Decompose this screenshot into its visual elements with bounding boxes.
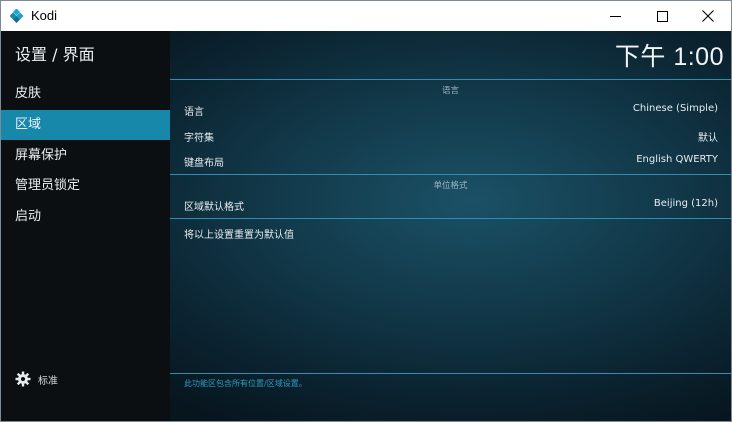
help-hint: 此功能区包含所有位置/区域设置。 <box>184 379 307 388</box>
maximize-button[interactable] <box>639 1 685 31</box>
clock: 下午 1:00 <box>614 43 724 71</box>
sidebar-item-label: 区域 <box>15 117 42 132</box>
sidebar-item-skin[interactable]: 皮肤 <box>1 79 170 109</box>
gear-icon <box>15 371 31 387</box>
setting-label: 区域默认格式 <box>184 202 244 213</box>
settings-sidebar: 设置 / 界面 皮肤 区域 屏幕保护 管理员锁定 启动 标准 <box>1 31 170 421</box>
sidebar-item-startup[interactable]: 启动 <box>1 202 170 232</box>
setting-row-region-format[interactable]: 区域默认格式 Beijing (12h) <box>170 194 731 216</box>
divider <box>170 174 731 175</box>
page-title: 设置 / 界面 <box>15 45 95 64</box>
setting-value: Beijing (12h) <box>653 198 718 209</box>
reset-defaults-label: 将以上设置重置为默认值 <box>184 230 294 241</box>
kodi-logo-icon <box>10 9 24 23</box>
divider <box>170 218 731 219</box>
sidebar-item-label: 屏幕保护 <box>15 148 68 163</box>
settings-level-button[interactable]: 标准 <box>15 371 58 387</box>
settings-level-label: 标准 <box>38 375 58 387</box>
title-bar: Kodi <box>1 1 731 31</box>
minimize-button[interactable] <box>592 1 638 31</box>
setting-row-charset[interactable]: 字符集 默认 <box>170 125 731 147</box>
section-title-unit-format: 单位格式 <box>433 181 468 191</box>
sidebar-item-master-lock[interactable]: 管理员锁定 <box>1 171 170 201</box>
divider <box>170 373 731 374</box>
setting-label: 字符集 <box>184 133 214 144</box>
settings-panel: 下午 1:00 语言 语言 Chinese (Simple) 字符集 默认 键盘… <box>170 31 731 421</box>
setting-value: Chinese (Simple) <box>632 103 718 114</box>
setting-row-language[interactable]: 语言 Chinese (Simple) <box>170 99 731 121</box>
window-title: Kodi <box>31 8 58 23</box>
close-button[interactable] <box>685 1 731 31</box>
setting-value: English QWERTY <box>636 154 718 165</box>
close-icon <box>702 10 714 22</box>
setting-label: 键盘布局 <box>184 158 224 169</box>
sidebar-item-screensaver[interactable]: 屏幕保护 <box>1 141 170 171</box>
setting-row-keyboard-layout[interactable]: 键盘布局 English QWERTY <box>170 150 731 172</box>
kodi-window: Kodi 设置 / 界面 皮肤 区域 屏幕保护 管理员锁定 启动 标准 下午 1… <box>0 0 732 422</box>
maximize-icon <box>656 10 668 22</box>
sidebar-item-label: 管理员锁定 <box>15 178 81 193</box>
minimize-icon <box>609 15 621 17</box>
sidebar-item-label: 启动 <box>15 209 42 224</box>
setting-value: 默认 <box>698 133 718 144</box>
sidebar-item-label: 皮肤 <box>15 86 42 101</box>
section-title-language: 语言 <box>441 86 459 96</box>
divider <box>170 79 731 80</box>
reset-defaults-button[interactable]: 将以上设置重置为默认值 <box>170 222 731 244</box>
sidebar-item-region[interactable]: 区域 <box>1 110 170 140</box>
setting-label: 语言 <box>184 107 204 118</box>
